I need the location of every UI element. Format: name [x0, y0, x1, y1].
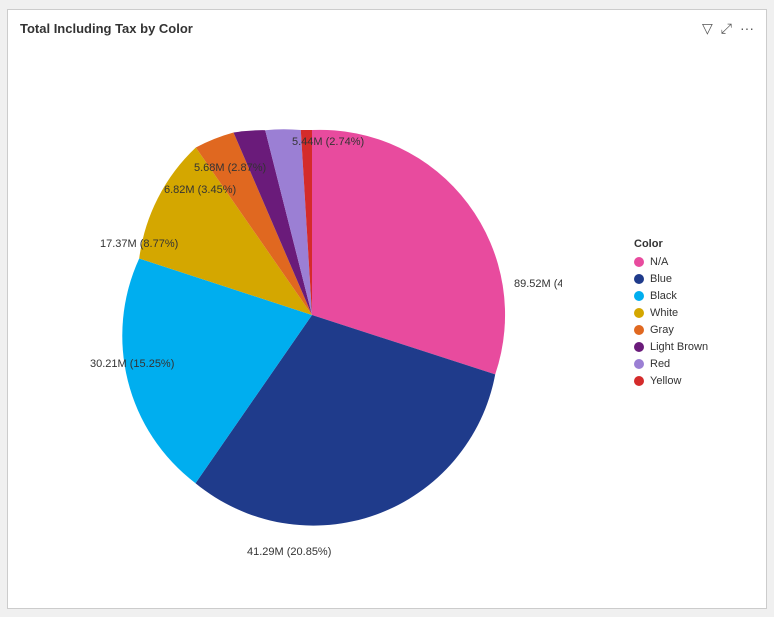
chart-title: Total Including Tax by Color [20, 21, 193, 36]
legend-label-red: Red [650, 358, 670, 370]
legend-item-yellow: Yellow [634, 375, 754, 387]
label-gray: 6.82M (3.45%) [164, 184, 236, 196]
legend-dot-gray [634, 325, 644, 335]
legend-dot-black [634, 291, 644, 301]
legend-item-white: White [634, 307, 754, 319]
legend-dot-yellow [634, 376, 644, 386]
header-actions: ▽ ⤢ ··· [702, 20, 754, 37]
pie-chart-svg: 89.52M (45.2%) 41.29M (20.85%) 30.21M (1… [82, 65, 562, 565]
legend-item-black: Black [634, 290, 754, 302]
legend-dot-red [634, 359, 644, 369]
legend-item-gray: Gray [634, 324, 754, 336]
legend-label-na: N/A [650, 256, 668, 268]
filter-icon[interactable]: ▽ [702, 20, 713, 37]
legend-label-black: Black [650, 290, 677, 302]
legend-title: Color [634, 238, 754, 250]
chart-header: Total Including Tax by Color ▽ ⤢ ··· [20, 20, 754, 37]
legend-label-white: White [650, 307, 678, 319]
expand-icon[interactable]: ⤢ [721, 20, 732, 37]
pie-container: 89.52M (45.2%) 41.29M (20.85%) 30.21M (1… [20, 65, 624, 565]
legend-dot-blue [634, 274, 644, 284]
label-black: 30.21M (15.25%) [90, 358, 174, 370]
label-na: 89.52M (45.2%) [514, 278, 562, 290]
label-blue: 41.29M (20.85%) [247, 546, 331, 558]
more-icon[interactable]: ··· [740, 20, 754, 36]
legend-dot-lightbrown [634, 342, 644, 352]
chart-legend: Color N/A Blue Black White Gray [624, 238, 754, 392]
chart-card: Total Including Tax by Color ▽ ⤢ ··· [7, 9, 767, 609]
legend-item-blue: Blue [634, 273, 754, 285]
legend-label-lightbrown: Light Brown [650, 341, 708, 353]
legend-dot-na [634, 257, 644, 267]
label-white: 17.37M (8.77%) [100, 238, 178, 250]
legend-item-red: Red [634, 358, 754, 370]
label-red: 5.44M (2.74%) [292, 136, 364, 148]
legend-label-blue: Blue [650, 273, 672, 285]
legend-item-na: N/A [634, 256, 754, 268]
legend-dot-white [634, 308, 644, 318]
label-lightbrown: 5.68M (2.87%) [194, 162, 266, 174]
legend-label-gray: Gray [650, 324, 674, 336]
legend-label-yellow: Yellow [650, 375, 681, 387]
chart-area: 89.52M (45.2%) 41.29M (20.85%) 30.21M (1… [20, 41, 754, 589]
legend-item-lightbrown: Light Brown [634, 341, 754, 353]
